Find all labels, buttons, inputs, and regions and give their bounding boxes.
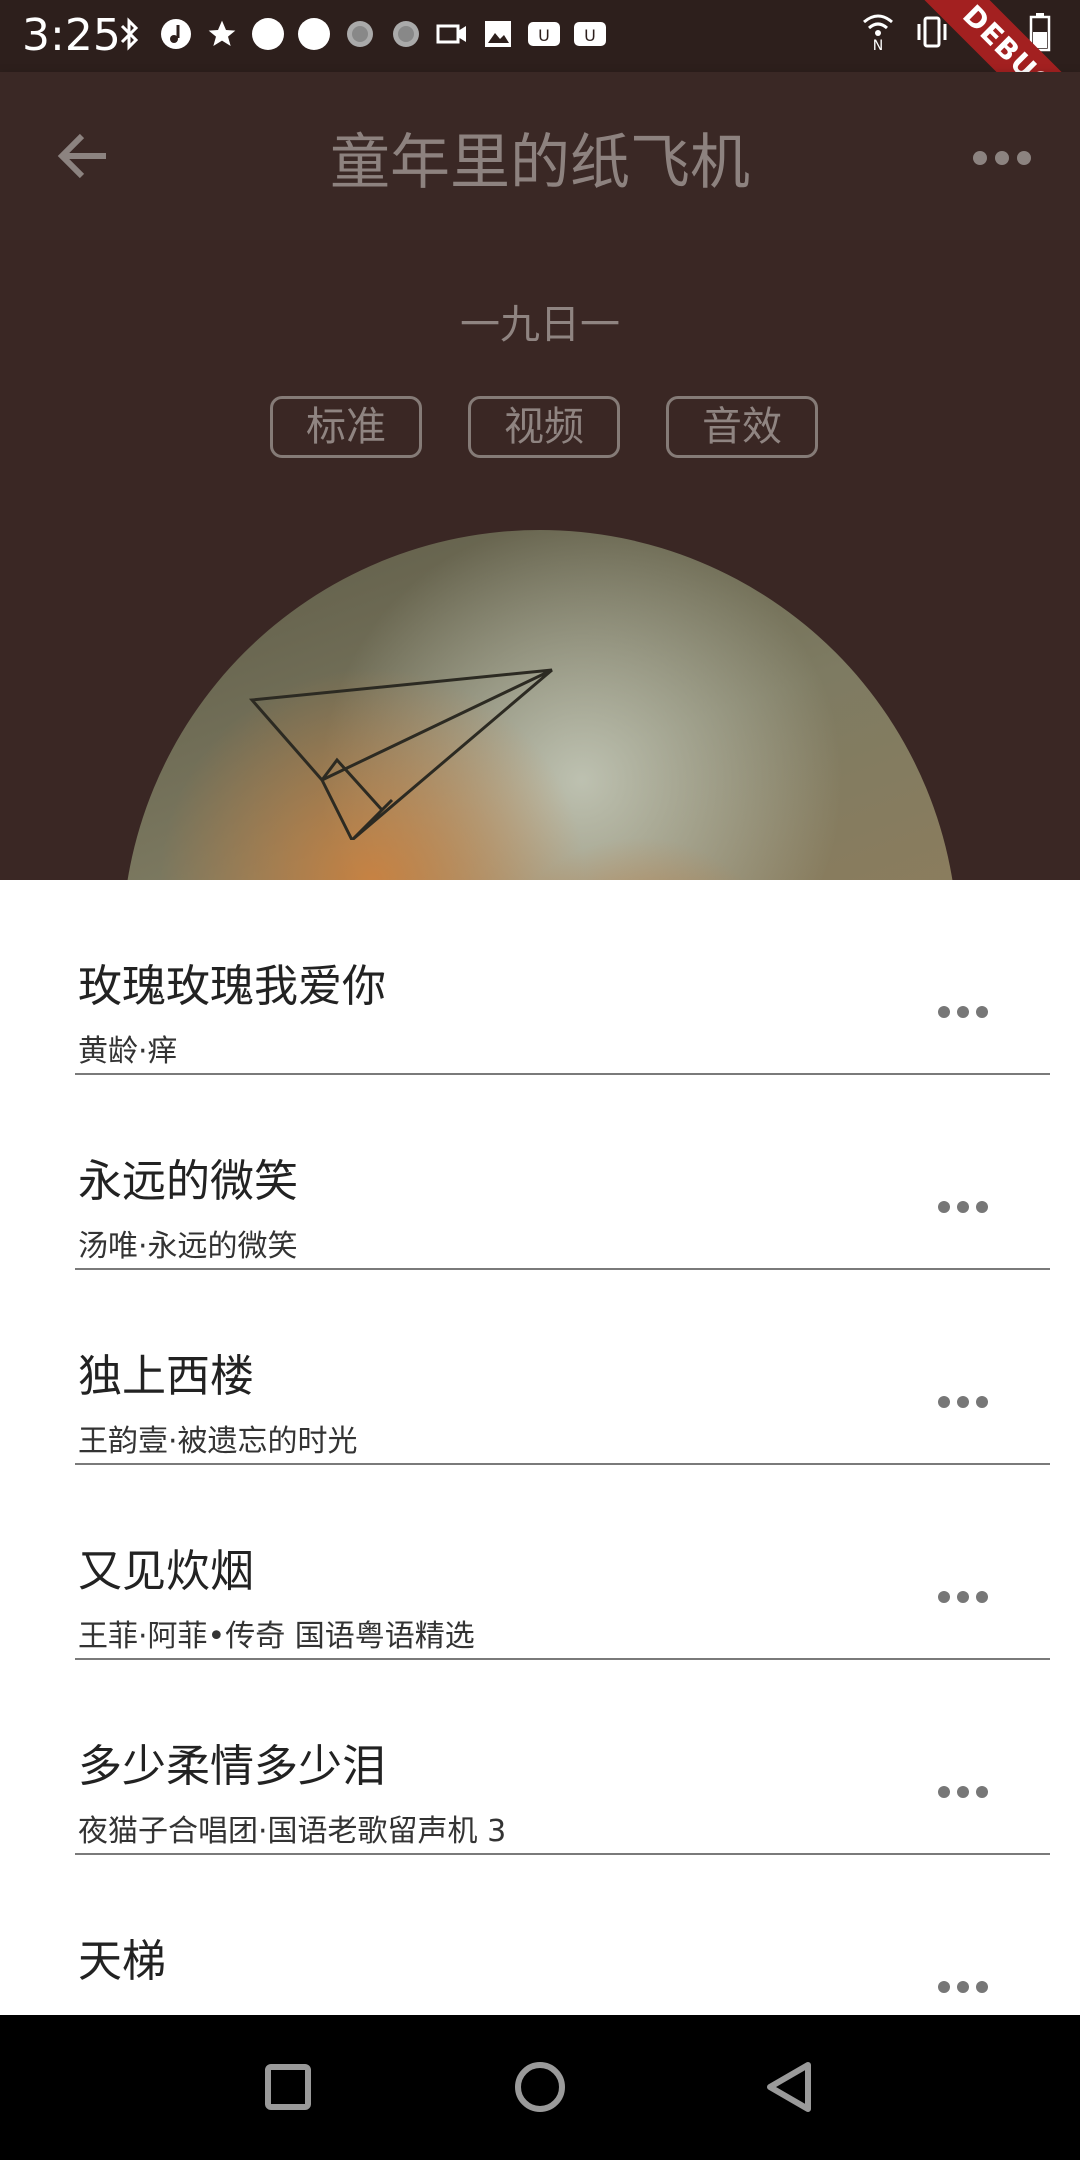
chip-sound-effect[interactable]: 音效 — [666, 396, 818, 458]
artist-name: 一九日一 — [460, 302, 620, 348]
back-nav-button[interactable] — [760, 2057, 820, 2117]
song-subtitle: 王韵壹·被遗忘的时光 — [78, 1424, 358, 1459]
list-item[interactable]: 天梯 — [0, 1855, 1080, 2015]
list-item[interactable]: 永远的微笑 汤唯·永远的微笑 — [0, 1075, 1080, 1270]
status-time: 3:25 — [22, 10, 121, 61]
song-list: 玫瑰玫瑰我爱你 黄龄·痒 永远的微笑 汤唯·永远的微笑 独上西楼 王韵壹·被遗忘… — [0, 880, 1080, 2015]
list-item[interactable]: 多少柔情多少泪 夜猫子合唱团·国语老歌留声机 3 — [0, 1660, 1080, 1855]
more-horizontal-icon[interactable] — [936, 1782, 990, 1802]
list-item[interactable]: 又见炊烟 王菲·阿菲•传奇 国语粤语精选 — [0, 1465, 1080, 1660]
triangle-back-icon — [767, 2062, 811, 2112]
wifi-n-icon: N — [860, 14, 896, 52]
svg-text:U: U — [538, 26, 550, 45]
more-horizontal-icon[interactable] — [936, 1977, 990, 1997]
song-title: 玫瑰玫瑰我爱你 — [78, 961, 386, 1012]
home-button[interactable] — [510, 2057, 570, 2117]
video-icon — [434, 16, 470, 52]
album-section: 一九日一 标准 视频 音效 — [0, 240, 1080, 880]
quality-chips: 标准 视频 音效 — [270, 396, 818, 458]
song-title: 天梯 — [78, 1936, 166, 1987]
song-subtitle: 黄龄·痒 — [78, 1034, 178, 1069]
svg-text:U: U — [584, 26, 596, 45]
status-icons-left: U U — [112, 16, 608, 52]
more-horizontal-icon[interactable] — [936, 1197, 990, 1217]
more-horizontal-icon — [973, 151, 1031, 165]
star-icon — [204, 16, 240, 52]
app-notification-icon-2: U — [572, 16, 608, 52]
more-horizontal-icon[interactable] — [936, 1587, 990, 1607]
system-nav-bar — [0, 2015, 1080, 2160]
list-item[interactable]: 独上西楼 王韵壹·被遗忘的时光 — [0, 1270, 1080, 1465]
song-subtitle: 王菲·阿菲•传奇 国语粤语精选 — [78, 1619, 475, 1654]
circle-icon — [515, 2062, 565, 2112]
square-icon — [265, 2064, 311, 2110]
image-icon — [480, 16, 516, 52]
recents-button[interactable] — [258, 2057, 318, 2117]
more-horizontal-icon[interactable] — [936, 1002, 990, 1022]
album-cover[interactable] — [122, 530, 958, 880]
music-note-icon — [158, 16, 194, 52]
paper-plane-icon — [248, 668, 553, 840]
loading-dots-icon-2 — [388, 16, 424, 52]
song-title: 又见炊烟 — [78, 1546, 254, 1597]
bluetooth-icon — [112, 16, 148, 52]
list-item[interactable]: 玫瑰玫瑰我爱你 黄龄·痒 — [0, 880, 1080, 1075]
song-title: 独上西楼 — [78, 1351, 254, 1402]
page-title: 童年里的纸飞机 — [330, 128, 750, 198]
song-subtitle: 夜猫子合唱团·国语老歌留声机 3 — [78, 1814, 507, 1849]
more-options-button[interactable] — [970, 144, 1034, 172]
more-horizontal-icon[interactable] — [936, 1392, 990, 1412]
song-title: 多少柔情多少泪 — [78, 1741, 386, 1792]
status-bar: 3:25 U U N DEBUG — [0, 0, 1080, 160]
song-subtitle: 汤唯·永远的微笑 — [78, 1229, 298, 1264]
circle-dot-icon — [250, 16, 286, 52]
chip-standard[interactable]: 标准 — [270, 396, 422, 458]
song-title: 永远的微笑 — [78, 1156, 298, 1207]
svg-text:N: N — [873, 38, 883, 52]
app-header: 童年里的纸飞机 — [0, 72, 1080, 240]
app-notification-icon: U — [526, 16, 562, 52]
chip-video[interactable]: 视频 — [468, 396, 620, 458]
loading-dots-icon — [342, 16, 378, 52]
circle-dot-icon-2 — [296, 16, 332, 52]
